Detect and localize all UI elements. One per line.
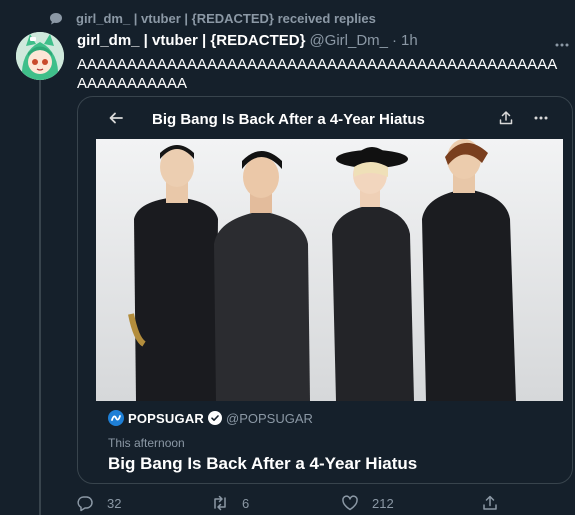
tweet-reply-view: girl_dm_ | vtuber | {REDACTED} received … — [0, 0, 575, 515]
display-name[interactable]: girl_dm_ | vtuber | {REDACTED} — [77, 32, 305, 49]
separator-dot: · — [392, 32, 398, 49]
thread-line — [39, 80, 41, 515]
group-photo — [96, 139, 563, 401]
reply-icon — [77, 496, 93, 512]
share-icon — [483, 495, 497, 510]
link-card[interactable]: Big Bang Is Back After a 4-Year Hiatus P… — [77, 96, 573, 484]
card-image[interactable] — [96, 139, 563, 401]
tweet-header: girl_dm_ | vtuber | {REDACTED} @Girl_Dm_… — [77, 32, 418, 49]
tweet-time[interactable]: 1h — [401, 32, 418, 49]
avatar-image — [16, 32, 64, 80]
verified-icon — [208, 411, 223, 425]
comment-bubble-icon — [50, 13, 62, 25]
card-headline[interactable]: Big Bang Is Back After a 4-Year Hiatus — [108, 454, 417, 474]
more-icon[interactable] — [553, 36, 571, 54]
reply-count: 32 — [107, 495, 122, 511]
back-arrow-icon[interactable] — [108, 110, 124, 126]
handle[interactable]: @Girl_Dm_ — [309, 32, 388, 49]
like-count: 212 — [372, 495, 394, 511]
like-icon — [342, 495, 358, 511]
card-source[interactable]: POPSUGAR @POPSUGAR — [108, 410, 313, 426]
card-date: This afternoon — [108, 436, 185, 450]
card-top-title: Big Bang Is Back After a 4-Year Hiatus — [152, 111, 425, 128]
tweet-actions: 32 6 212 — [76, 494, 566, 514]
more-icon[interactable] — [532, 110, 550, 126]
share-icon[interactable] — [498, 110, 514, 126]
like-button[interactable]: 212 — [341, 494, 394, 512]
reply-button[interactable]: 32 — [76, 494, 121, 512]
popsugar-logo-icon — [108, 410, 124, 426]
retweet-icon — [214, 495, 226, 511]
retweet-button[interactable]: 6 — [211, 494, 249, 512]
source-handle: @POPSUGAR — [226, 410, 313, 426]
reply-context-text[interactable]: girl_dm_ | vtuber | {REDACTED} received … — [76, 11, 376, 26]
share-button[interactable] — [481, 494, 512, 512]
avatar[interactable] — [16, 32, 64, 80]
source-name: POPSUGAR — [128, 410, 205, 426]
tweet-text: AAAAAAAAAAAAAAAAAAAAAAAAAAAAAAAAAAAAAAAA… — [77, 56, 558, 92]
retweet-count: 6 — [242, 495, 250, 511]
card-top-bar: Big Bang Is Back After a 4-Year Hiatus — [78, 97, 572, 139]
